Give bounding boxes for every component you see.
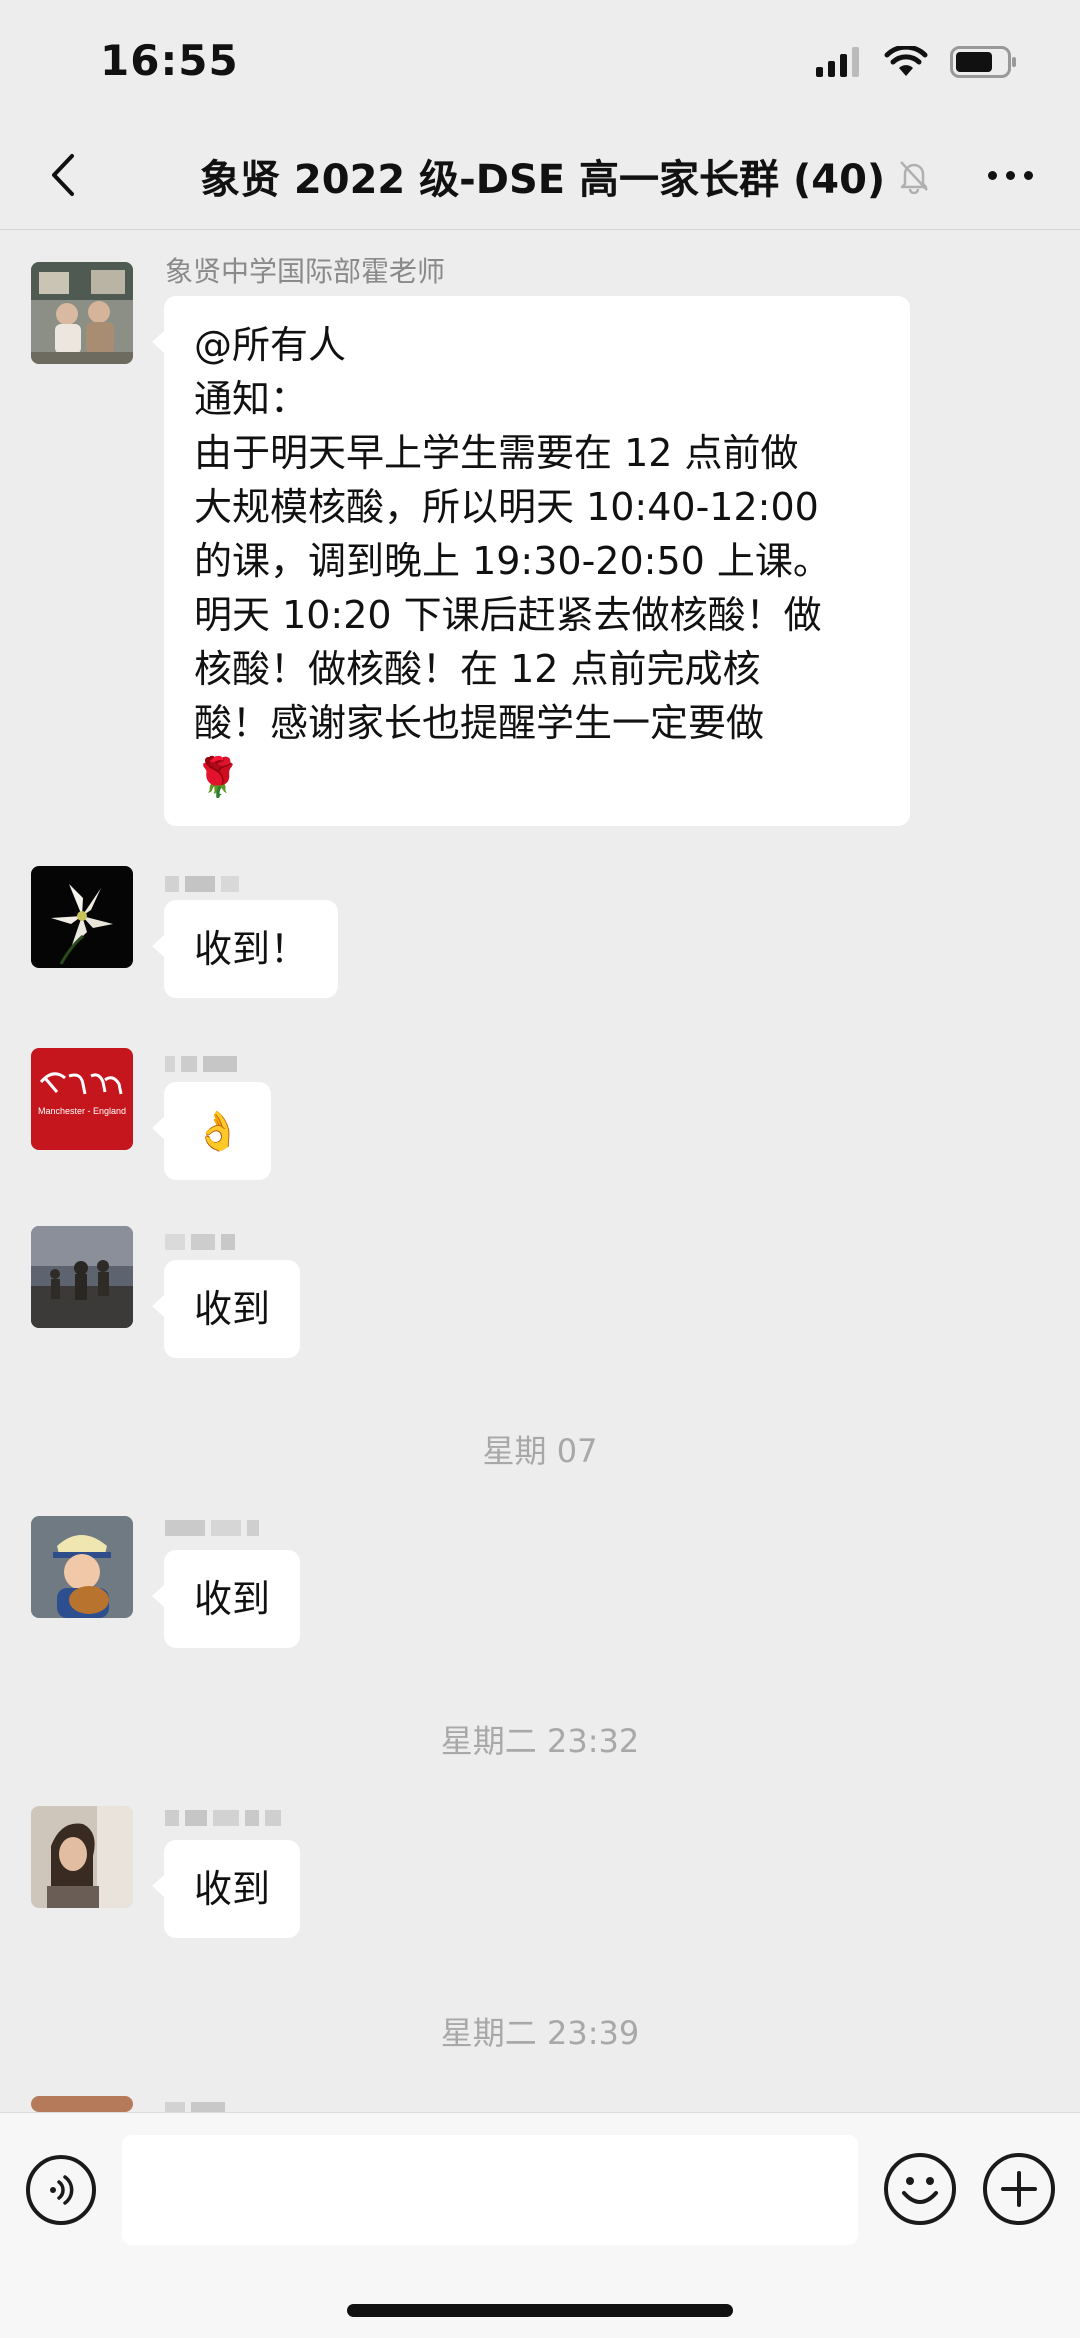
message-bubble[interactable]: 收到 <box>151 1550 301 1648</box>
message-input[interactable] <box>122 2135 858 2245</box>
message-line: 的课，调到晚上 19:30-20:50 上课。 <box>194 539 831 583</box>
timestamp-separator: 星期二 23:32 <box>440 1722 640 1760</box>
message-text: 收到！ <box>194 927 309 971</box>
sender-name-blurred <box>165 876 239 900</box>
avatar[interactable] <box>31 1226 133 1328</box>
message-line: 🌹 <box>194 755 242 799</box>
avatar[interactable]: Manchester - England <box>31 1048 133 1150</box>
more-icon-dot <box>1005 170 1015 180</box>
message-line: 酸！感谢家长也提醒学生一定要做 <box>194 701 765 745</box>
avatar[interactable] <box>31 2096 133 2112</box>
message-line: 大规模核酸，所以明天 10:40-12:00 <box>194 485 819 529</box>
chat-title-area[interactable]: 象贤 2022 级-DSE 高一家长群 (40) <box>200 146 929 206</box>
status-time: 16:55 <box>100 36 239 85</box>
svg-text:Manchester - England: Manchester - England <box>38 1106 126 1116</box>
sender-name-blurred <box>165 1810 281 1834</box>
plus-icon <box>1001 2171 1037 2207</box>
message-text: 👌 <box>194 1109 242 1153</box>
message-bubble[interactable]: 收到 <box>151 1840 301 1938</box>
avatar[interactable] <box>31 1806 133 1908</box>
battery-icon <box>950 46 1016 78</box>
sender-name-blurred <box>165 1234 235 1258</box>
nav-bar: 象贤 2022 级-DSE 高一家长群 (40) <box>0 120 1080 230</box>
voice-button[interactable] <box>26 2155 96 2225</box>
emoji-button[interactable] <box>884 2153 956 2225</box>
message-text: 收到 <box>194 1577 271 1621</box>
sender-name-blurred <box>165 1056 237 1080</box>
message-bubble[interactable]: 👌 <box>151 1082 272 1180</box>
message-line: 核酸！做核酸！在 12 点前完成核 <box>194 647 761 691</box>
message-line: 明天 10:20 下课后赶紧去做核酸！做 <box>194 593 822 637</box>
timestamp-separator: 星期 07 <box>482 1432 598 1470</box>
message-line: 由于明天早上学生需要在 12 点前做 <box>194 431 799 475</box>
voice-icon <box>50 2175 74 2205</box>
more-icon-dot <box>1023 170 1033 180</box>
home-indicator <box>347 2304 733 2317</box>
message-bubble[interactable]: @所有人 通知： 由于明天早上学生需要在 12 点前做 大规模核酸，所以明天 1… <box>152 296 910 826</box>
status-icons <box>816 40 1018 84</box>
sender-name-blurred <box>165 2102 225 2112</box>
message-line: 通知： <box>194 377 309 421</box>
message-line: @所有人 <box>194 323 347 367</box>
sender-name: 象贤中学国际部霍老师 <box>165 255 446 288</box>
chat-title: 象贤 2022 级-DSE 高一家长群 (40) <box>200 157 886 203</box>
signal-icon <box>816 47 859 77</box>
more-button[interactable] <box>970 142 1050 208</box>
status-bar: 16:55 <box>0 0 1080 120</box>
avatar[interactable] <box>31 262 133 364</box>
message-item <box>0 2096 1080 2112</box>
timestamp-separator: 星期二 23:39 <box>440 2014 640 2052</box>
bell-slash-icon <box>897 158 931 194</box>
chevron-left-icon <box>52 154 74 196</box>
back-button[interactable] <box>30 142 96 208</box>
message-text: 收到 <box>194 1867 271 1911</box>
more-icon-dot <box>987 170 997 180</box>
avatar[interactable] <box>31 866 133 968</box>
sender-name-blurred <box>165 1520 259 1544</box>
message-text: 收到 <box>194 1287 271 1331</box>
message-bubble[interactable]: 收到 <box>151 1260 301 1358</box>
plus-button[interactable] <box>983 2153 1055 2225</box>
avatar[interactable] <box>31 1516 133 1618</box>
wifi-icon <box>884 46 928 76</box>
emoji-icon <box>902 2177 938 2204</box>
message-bubble[interactable]: 收到！ <box>151 900 339 998</box>
